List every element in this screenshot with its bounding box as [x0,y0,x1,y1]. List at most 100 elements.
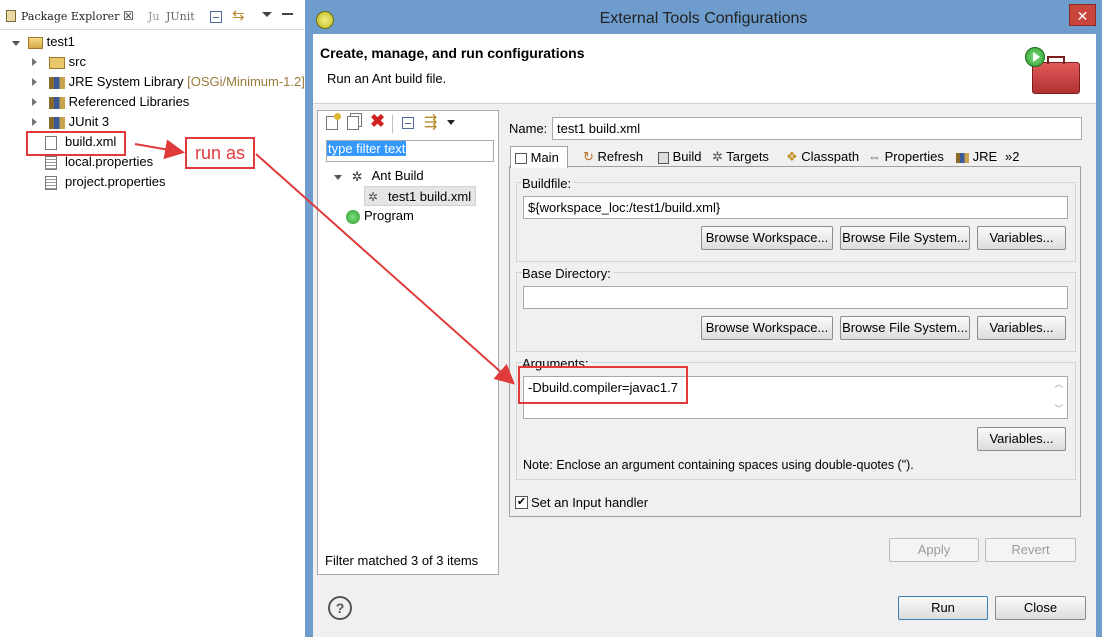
tab-targets[interactable]: ✲ Targets [712,146,769,168]
banner-heading: Create, manage, and run configurations [320,45,585,61]
tree-item-junit[interactable]: JUnit 3 [32,112,109,132]
tab-main[interactable]: Main [510,146,568,168]
tree-item-program[interactable]: Program [346,206,414,226]
close-tab-icon[interactable]: ☒ [123,9,134,23]
tree-item-jre[interactable]: JRE System Library [OSGi/Minimum-1.2] [32,72,305,92]
tab-jre[interactable]: JRE [956,146,997,168]
junit-label: JUnit 3 [68,114,110,129]
view-menu-icon[interactable] [262,12,272,17]
local-properties-label: local.properties [65,154,154,169]
test1-build-label: test1 build.xml [388,189,472,204]
collapse-all-icon[interactable] [402,117,414,129]
jre-label: JRE System Library [68,74,184,89]
arguments-note: Note: Enclose an argument containing spa… [523,458,914,472]
name-field[interactable] [552,117,1082,140]
filter-dropdown-icon[interactable] [447,120,455,125]
more-tabs-button[interactable]: »2 [1005,146,1019,168]
jre-decoration: [OSGi/Minimum-1.2] [187,74,305,89]
tree-item-ant-build[interactable]: ✲ Ant Build [334,166,424,186]
library-icon [48,76,65,89]
input-handler-label: Set an Input handler [531,495,649,510]
classpath-icon: ❖ [786,149,798,164]
main-tab-icon [515,153,527,165]
source-folder-icon [48,56,65,69]
tab-package-explorer[interactable]: Package Explorer [21,10,119,23]
jre-icon [956,152,969,163]
library-icon [48,116,65,129]
tree-item-test1-build[interactable]: ✲ test1 build.xml [364,186,476,206]
tree-item-src[interactable]: src [32,52,86,72]
properties-icon: ⇔ [868,149,881,164]
buildfile-variables-button[interactable]: Variables... [977,226,1066,250]
filter-status: Filter matched 3 of 3 items [325,553,479,568]
close-window-button[interactable]: ✕ [1069,4,1096,26]
run-badge-icon [1025,47,1045,67]
collapsed-icon[interactable] [32,58,37,66]
browse-file-system-button[interactable]: Browse File System... [840,226,970,250]
targets-icon: ✲ [712,149,723,164]
apply-button[interactable]: Apply [889,538,979,562]
browse-workspace-button[interactable]: Browse Workspace... [701,316,833,340]
base-directory-group [516,272,1076,352]
tab-junit[interactable]: JUnit [166,10,195,23]
expanded-icon[interactable] [12,41,20,46]
tab-classpath[interactable]: ❖ Classpath [786,146,859,168]
collapsed-icon[interactable] [32,118,37,126]
new-configuration-icon[interactable] [326,113,341,130]
arguments-scrollbar[interactable]: ︿ ﹀ [1051,377,1067,418]
refresh-icon: ↻ [583,149,594,164]
close-button[interactable]: Close [995,596,1086,620]
package-explorer-icon [6,10,16,22]
tree-item-referenced-libraries[interactable]: Referenced Libraries [32,92,189,112]
browse-workspace-button[interactable]: Browse Workspace... [701,226,833,250]
project-icon [27,36,43,49]
collapsed-icon[interactable] [32,98,37,106]
minimize-icon[interactable] [282,13,293,15]
collapse-all-icon[interactable] [210,11,222,23]
run-button[interactable]: Run [898,596,988,620]
text-file-icon [45,175,57,190]
ant-icon: ✲ [351,169,363,185]
arguments-highlight-box [518,366,688,404]
dialog-title: External Tools Configurations [599,10,808,27]
program-icon [346,209,360,224]
program-label: Program [364,208,414,223]
filter-input[interactable]: type filter text [326,140,494,162]
revert-button[interactable]: Revert [985,538,1076,562]
build-icon [658,151,669,164]
arguments-variables-button[interactable]: Variables... [977,427,1066,451]
tree-item-project[interactable]: test1 [12,32,75,52]
build-xml-highlight-box [26,131,126,156]
base-directory-field[interactable] [523,286,1068,309]
ant-build-label: Ant Build [371,168,424,183]
src-label: src [68,54,86,69]
toolbox-icon [1032,56,1080,94]
buildfile-field[interactable] [523,196,1068,219]
basedir-variables-button[interactable]: Variables... [977,316,1066,340]
input-handler-checkbox[interactable]: ✔ [515,496,528,509]
text-file-icon [45,155,57,170]
run-as-callout: run as [185,137,255,169]
link-with-editor-icon[interactable]: ⇆ [232,8,248,24]
tab-refresh[interactable]: ↻ Refresh [583,146,643,168]
tab-build[interactable]: Build [658,146,702,168]
base-directory-label: Base Directory: [522,266,614,281]
library-icon [48,96,65,109]
delete-icon[interactable]: ✖ [370,111,385,132]
banner-subtitle: Run an Ant build file. [327,71,447,86]
duplicate-icon[interactable] [347,116,359,130]
filter-icon[interactable]: ⇶ [424,112,437,132]
collapsed-icon[interactable] [32,78,37,86]
buildfile-group [516,182,1076,262]
toolbar-separator [392,115,393,133]
expanded-icon[interactable] [334,175,342,180]
tab-properties[interactable]: ⇔ Properties [868,146,944,168]
browse-file-system-button[interactable]: Browse File System... [840,316,970,340]
referenced-libraries-label: Referenced Libraries [68,94,190,109]
help-icon[interactable]: ? [328,596,352,620]
project-properties-label: project.properties [65,174,166,189]
name-label: Name: [509,121,548,136]
junit-icon: Ju [148,10,160,23]
ant-icon: ✲ [368,190,379,205]
tree-item-project-properties[interactable]: project.properties [45,172,165,192]
